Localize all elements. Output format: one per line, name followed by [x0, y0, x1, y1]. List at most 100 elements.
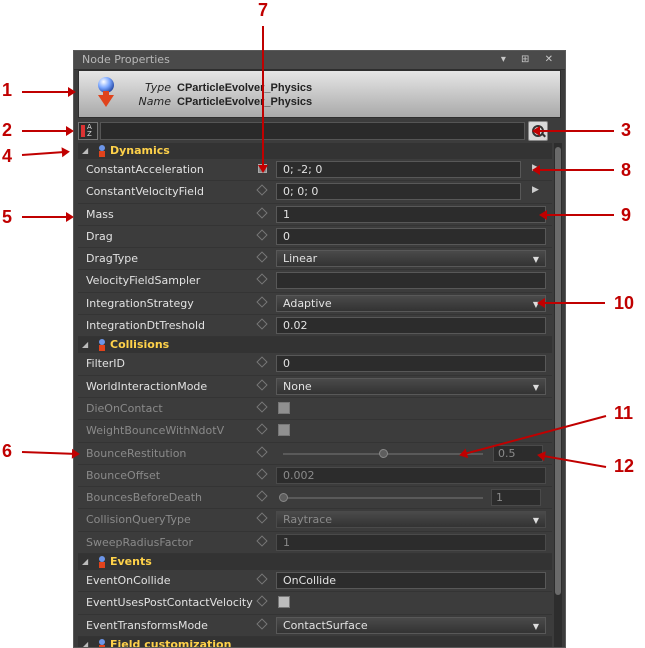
- node-header: Type CParticleEvolver_Physics Name CPartic…: [78, 70, 561, 118]
- chevron-down-icon: ▼: [532, 516, 539, 526]
- prop-name: BouncesBeforeDeath: [86, 491, 202, 505]
- prop-checkbox[interactable]: [278, 424, 290, 437]
- name-label: Name: [138, 95, 171, 108]
- reset-diamond-icon[interactable]: [256, 296, 268, 308]
- reset-diamond-icon[interactable]: [256, 401, 268, 413]
- prop-value-input[interactable]: 0: [276, 355, 546, 373]
- prop-value-input[interactable]: 0; 0; 0: [276, 183, 521, 201]
- prop-checkbox[interactable]: [278, 401, 290, 414]
- dropdown-value: None: [283, 379, 312, 393]
- callout-arrow-9: [541, 214, 614, 216]
- prop-row-constant-velocity-field: ConstantVelocityField 0; 0; 0 ▶: [78, 181, 552, 204]
- callout-12: 12: [614, 456, 635, 476]
- reset-diamond-icon[interactable]: [256, 445, 268, 458]
- callout-1: 1: [2, 80, 13, 100]
- prop-row-sweep-radius-factor: SweepRadiusFactor 1: [78, 532, 552, 555]
- prop-row-event-uses-post-contact-velocity: EventUsesPostContactVelocity: [78, 592, 552, 615]
- prop-value-input[interactable]: 0.002: [276, 466, 546, 484]
- section-icon: [98, 638, 106, 647]
- prop-name: WeightBounceWithNdotV: [86, 424, 225, 438]
- callout-arrow-4: [21, 150, 68, 156]
- prop-value-dropdown[interactable]: Linear ▼: [276, 250, 546, 268]
- chevron-down-icon: ▼: [532, 255, 539, 265]
- sort-alphabetical-button[interactable]: A Z: [78, 122, 98, 140]
- reset-diamond-icon[interactable]: [256, 273, 268, 286]
- prop-name: FilterID: [86, 357, 125, 371]
- section-field-customization[interactable]: ◢ Field customization: [78, 636, 552, 647]
- prop-value-input[interactable]: [276, 272, 546, 290]
- callout-9: 9: [621, 205, 632, 225]
- prop-name: IntegrationStrategy: [86, 296, 194, 310]
- sort-label: A Z: [87, 123, 92, 138]
- reset-diamond-icon[interactable]: [256, 595, 268, 608]
- prop-checkbox[interactable]: [278, 596, 290, 609]
- callout-8: 8: [621, 160, 632, 180]
- prop-slider-value[interactable]: 1: [491, 489, 541, 507]
- prop-row-bounce-offset: BounceOffset 0.002: [78, 465, 552, 488]
- callout-arrow-7: [262, 26, 264, 171]
- prop-value-input[interactable]: 0; -2; 0: [276, 161, 521, 178]
- callout-11: 11: [614, 403, 634, 423]
- prop-name: BounceRestitution: [86, 446, 187, 460]
- section-icon: [98, 339, 106, 352]
- reset-diamond-icon[interactable]: [256, 617, 268, 630]
- type-value: CParticleEvolver_Physics: [177, 82, 313, 94]
- vertical-scrollbar[interactable]: [554, 143, 562, 647]
- callout-arrow-3: [534, 130, 614, 132]
- prop-value-input[interactable]: 1: [276, 533, 546, 551]
- prop-row-event-transforms-mode: EventTransformsMode ContactSurface ▼: [78, 615, 552, 637]
- panel-titlebar[interactable]: Node Properties ▾ ⊞ ✕: [74, 51, 565, 70]
- section-title: Collisions: [110, 338, 170, 352]
- reset-diamond-icon[interactable]: [256, 573, 268, 585]
- window-buttons[interactable]: ▾ ⊞ ✕: [501, 51, 559, 69]
- reset-diamond-icon[interactable]: [256, 356, 268, 369]
- section-collisions[interactable]: ◢ Collisions: [78, 337, 552, 354]
- type-line: Type CParticleEvolver_Physics: [135, 81, 312, 94]
- section-dynamics[interactable]: ◢ Dynamics: [78, 143, 552, 159]
- chevron-down-icon: ▼: [532, 621, 539, 631]
- reset-diamond-icon[interactable]: [256, 423, 268, 435]
- reset-diamond-icon[interactable]: [256, 206, 268, 219]
- property-filter-input[interactable]: [100, 122, 525, 140]
- reset-diamond-icon[interactable]: [256, 468, 268, 480]
- node-down-arrow-icon: [98, 95, 114, 107]
- prop-value-dropdown[interactable]: ContactSurface ▼: [276, 616, 546, 634]
- prop-value-input[interactable]: OnCollide: [276, 572, 546, 590]
- prop-value-dropdown[interactable]: Adaptive ▼: [276, 294, 546, 312]
- prop-row-velocity-field-sampler: VelocityFieldSampler: [78, 270, 552, 293]
- collapse-triangle-icon[interactable]: ◢: [82, 637, 88, 647]
- prop-row-constant-acceleration: ConstantAcceleration 0; -2; 0 ▶: [78, 159, 552, 182]
- prop-slider-track[interactable]: [283, 497, 483, 500]
- collapse-triangle-icon[interactable]: ◢: [82, 143, 88, 159]
- prop-value-dropdown[interactable]: Raytrace ▼: [276, 511, 546, 529]
- reset-diamond-icon[interactable]: [256, 184, 268, 196]
- prop-name: DieOnContact: [86, 401, 163, 415]
- expand-arrow-icon[interactable]: ▶: [532, 185, 539, 195]
- reset-diamond-icon[interactable]: [256, 490, 268, 502]
- prop-value-dropdown[interactable]: None ▼: [276, 377, 546, 395]
- search-handle-icon: [541, 132, 546, 138]
- reset-diamond-icon[interactable]: [256, 512, 268, 525]
- reset-diamond-icon[interactable]: [256, 535, 268, 547]
- chevron-down-icon: ▼: [532, 382, 539, 392]
- section-events[interactable]: ◢ Events: [78, 554, 552, 571]
- prop-row-filter-id: FilterID 0: [78, 353, 552, 376]
- reset-diamond-icon[interactable]: [256, 379, 268, 391]
- callout-arrow-1: [22, 87, 76, 97]
- section-title: Dynamics: [110, 144, 170, 157]
- name-value: CParticleEvolver_Physics: [177, 96, 313, 108]
- reset-diamond-icon[interactable]: [256, 251, 268, 263]
- prop-slider-thumb[interactable]: [279, 493, 288, 503]
- prop-slider-thumb[interactable]: [379, 448, 388, 458]
- prop-name: EventOnCollide: [86, 574, 171, 588]
- prop-value-input[interactable]: 1: [276, 205, 546, 223]
- collapse-triangle-icon[interactable]: ◢: [82, 554, 88, 570]
- prop-name: BounceOffset: [86, 468, 161, 482]
- prop-row-mass: Mass 1: [78, 204, 552, 226]
- prop-value-input[interactable]: 0.02: [276, 317, 546, 335]
- callout-arrow-5: [22, 212, 74, 222]
- prop-value-input[interactable]: 0: [276, 227, 546, 245]
- reset-diamond-icon[interactable]: [256, 318, 268, 330]
- collapse-triangle-icon[interactable]: ◢: [82, 337, 88, 353]
- reset-diamond-icon[interactable]: [256, 229, 268, 241]
